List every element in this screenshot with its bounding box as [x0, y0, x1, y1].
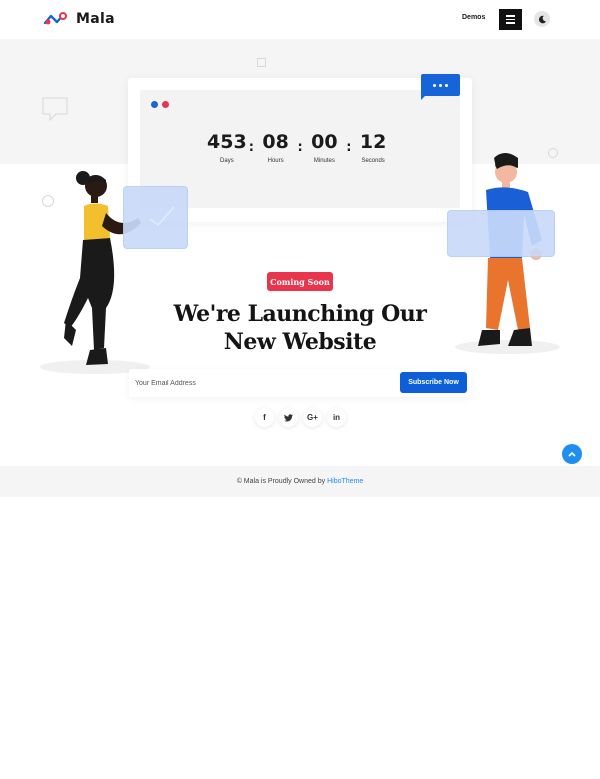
- logo-icon: [43, 12, 67, 25]
- countdown-hours: 08 Hours: [254, 131, 298, 164]
- footer-link[interactable]: HiboTheme: [327, 478, 363, 485]
- countdown-value: 00: [311, 131, 338, 153]
- headline-line-1: We're Launching Our: [173, 301, 427, 327]
- square-decoration: [257, 58, 266, 67]
- footer: © Mala is Proudly Owned by HiboTheme: [0, 466, 600, 497]
- subscribe-form: Subscribe Now: [129, 369, 471, 397]
- window-dot-blue: [151, 101, 158, 108]
- hamburger-icon: [506, 15, 515, 17]
- subscribe-button[interactable]: Subscribe Now: [400, 372, 467, 393]
- speech-bubble-decoration: [42, 97, 68, 122]
- linkedin-icon[interactable]: in: [327, 408, 346, 427]
- countdown-minutes: 00 Minutes: [303, 131, 347, 164]
- countdown-label: Seconds: [361, 158, 385, 164]
- page: Mala Demos 453 Days : 08 Hours: 00 Minu…: [0, 0, 600, 779]
- chat-bubble-icon: [421, 74, 460, 96]
- logo[interactable]: Mala: [43, 11, 115, 27]
- scroll-to-top-button[interactable]: [562, 444, 582, 464]
- countdown-label: Minutes: [313, 158, 335, 164]
- check-mark-illustration: [149, 206, 175, 227]
- countdown-days: 453 Days: [205, 131, 249, 164]
- headline-line-2: New Website: [223, 329, 377, 355]
- circle-decoration: [42, 195, 54, 207]
- countdown-label: Hours: [267, 158, 284, 164]
- google-plus-icon[interactable]: G+: [303, 408, 322, 427]
- header: Mala Demos: [0, 0, 593, 39]
- countdown: 453 Days : 08 Hours : 00 Minutes : 12 Se…: [205, 131, 395, 164]
- countdown-value: 08: [262, 131, 289, 153]
- brand-name: Mala: [76, 11, 115, 27]
- dark-mode-toggle[interactable]: [534, 11, 550, 27]
- facebook-icon[interactable]: f: [255, 408, 274, 427]
- countdown-seconds: 12 Seconds: [351, 131, 395, 164]
- chevron-up-icon: [568, 451, 576, 457]
- countdown-value: 453: [207, 131, 247, 153]
- moon-icon: [538, 15, 546, 23]
- countdown-value: 12: [359, 131, 387, 153]
- twitter-bird-icon: [284, 413, 293, 422]
- footer-text: © Mala is Proudly Owned by: [236, 478, 326, 485]
- nav-demos-link[interactable]: Demos: [462, 14, 485, 21]
- email-field[interactable]: [131, 371, 396, 395]
- coming-soon-badge: Coming Soon: [267, 272, 333, 291]
- countdown-label: Days: [220, 158, 234, 164]
- menu-button[interactable]: [499, 9, 522, 30]
- social-links: f G+ in: [255, 408, 346, 427]
- card-illustration: [447, 210, 555, 257]
- window-dot-red: [162, 101, 169, 108]
- twitter-icon[interactable]: [279, 408, 298, 427]
- page-title: We're Launching Our New Website: [150, 300, 450, 356]
